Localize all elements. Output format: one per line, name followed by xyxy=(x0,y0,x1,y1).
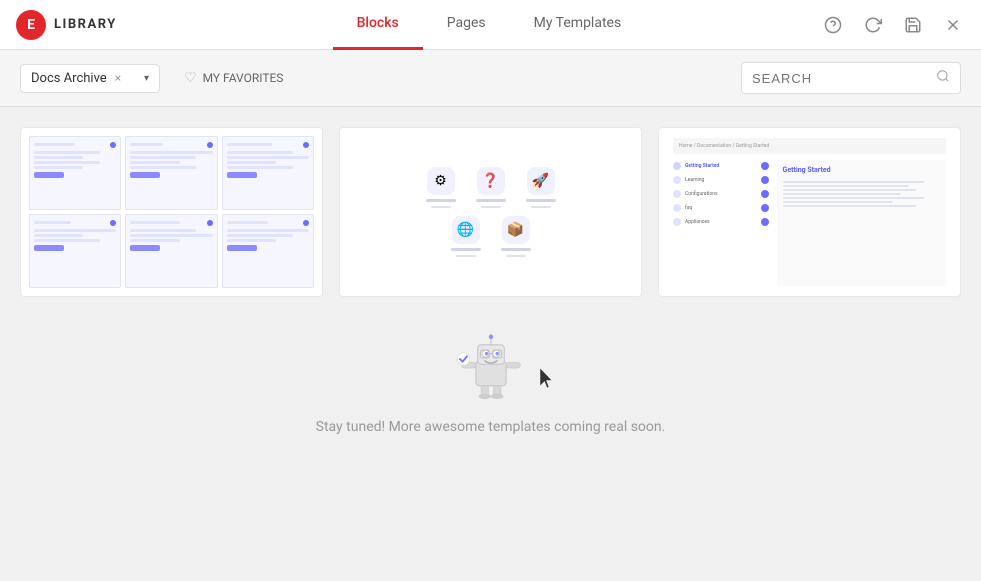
logo-text: LIBRARY xyxy=(54,17,117,32)
sidebar-learning: Learning xyxy=(673,174,769,186)
sidebar-faq: faq xyxy=(673,202,769,214)
close-icon[interactable] xyxy=(941,13,965,37)
dropdown-clear-icon[interactable]: × xyxy=(115,71,121,85)
category-dropdown[interactable]: Docs Archive × ▾ xyxy=(20,64,160,93)
icon-item-4: 🌐 xyxy=(451,216,481,257)
help-icon[interactable] xyxy=(821,13,845,37)
robot-illustration xyxy=(446,327,536,407)
config-icon: ⚙ xyxy=(427,167,455,195)
favorites-label: MY FAVORITES xyxy=(203,71,284,85)
tabs-container: Blocks Pages My Templates xyxy=(157,0,821,49)
template-card-2[interactable]: ⚙ ❓ 🚀 xyxy=(339,127,642,297)
search-input[interactable] xyxy=(752,71,928,86)
favorites-button[interactable]: ♡ MY FAVORITES xyxy=(176,64,291,92)
icon-item-5: 📦 xyxy=(501,216,531,257)
header: E LIBRARY Blocks Pages My Templates xyxy=(0,0,981,50)
tab-my-templates[interactable]: My Templates xyxy=(510,0,646,50)
card-3-content: Getting Started xyxy=(777,160,946,286)
search-icon[interactable] xyxy=(936,69,950,87)
main-content: ⚙ ❓ 🚀 xyxy=(0,107,981,581)
card-2-preview: ⚙ ❓ 🚀 xyxy=(340,128,641,296)
mock-cell-4 xyxy=(29,214,121,288)
mock-cell-2 xyxy=(125,136,217,210)
card-3-preview: Home / Documentation / Getting Started G… xyxy=(659,128,960,296)
faq-icon: ❓ xyxy=(477,167,505,195)
mock-cell-3 xyxy=(222,136,314,210)
icon-item-3: 🚀 xyxy=(526,167,556,208)
mock-cell-5 xyxy=(125,214,217,288)
apps-icon: 📦 xyxy=(502,216,530,244)
logo-icon: E xyxy=(16,10,46,40)
save-icon[interactable] xyxy=(901,13,925,37)
dropdown-label: Docs Archive xyxy=(31,71,107,86)
card-1-preview xyxy=(21,128,322,296)
chevron-down-icon: ▾ xyxy=(144,73,149,84)
icon-row-bottom: 🌐 📦 xyxy=(451,216,531,257)
icon-row-top: ⚙ ❓ 🚀 xyxy=(426,167,556,208)
hosting-icon: 🌐 xyxy=(452,216,480,244)
sidebar-getting-started: Getting Started xyxy=(673,160,769,172)
tab-pages[interactable]: Pages xyxy=(423,0,510,50)
stay-tuned-text: Stay tuned! More awesome templates comin… xyxy=(316,419,666,435)
card-3-layout: Getting Started Learning Configurations xyxy=(673,160,946,286)
header-actions xyxy=(821,13,965,37)
logo-area: E LIBRARY xyxy=(16,10,117,40)
icon-item-2: ❓ xyxy=(476,167,506,208)
getting-started-icon: 🚀 xyxy=(527,167,555,195)
breadcrumb-bar: Home / Documentation / Getting Started xyxy=(673,138,946,154)
mock-cell-6 xyxy=(222,214,314,288)
template-card-3[interactable]: Home / Documentation / Getting Started G… xyxy=(658,127,961,297)
stay-tuned-section: Stay tuned! More awesome templates comin… xyxy=(20,317,961,455)
cards-grid: ⚙ ❓ 🚀 xyxy=(20,127,961,297)
sidebar-appliances: Appliances xyxy=(673,216,769,228)
search-area xyxy=(741,62,961,94)
icon-item-1: ⚙ xyxy=(426,167,456,208)
heart-icon: ♡ xyxy=(184,70,197,86)
refresh-icon[interactable] xyxy=(861,13,885,37)
mock-cell-1 xyxy=(29,136,121,210)
template-card-1[interactable] xyxy=(20,127,323,297)
tab-blocks[interactable]: Blocks xyxy=(333,0,423,50)
card-3-sidebar: Getting Started Learning Configurations xyxy=(673,160,769,286)
toolbar: Docs Archive × ▾ ♡ MY FAVORITES xyxy=(0,50,981,107)
sidebar-configurations: Configurations xyxy=(673,188,769,200)
